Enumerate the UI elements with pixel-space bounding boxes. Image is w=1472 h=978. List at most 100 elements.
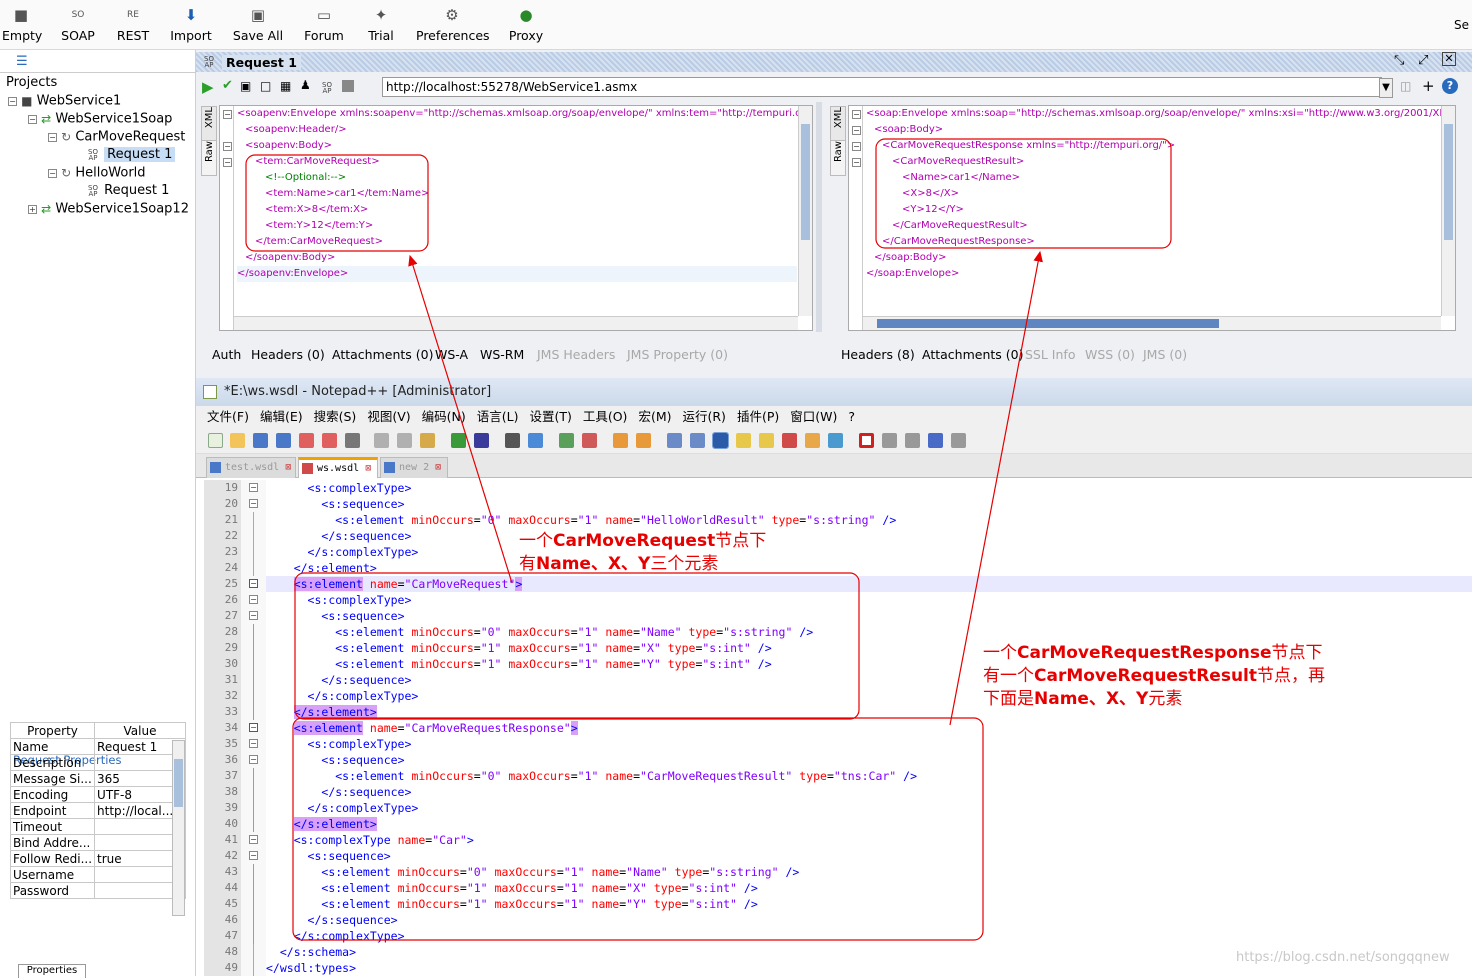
- cancel-icon[interactable]: [342, 80, 354, 92]
- zoom-out-icon[interactable]: [582, 433, 597, 448]
- fold-toggle-icon[interactable]: −: [249, 483, 258, 492]
- open-file-icon[interactable]: [230, 433, 245, 448]
- close-file-icon[interactable]: [299, 433, 314, 448]
- tab-jms-property[interactable]: JMS Property (0): [627, 347, 728, 362]
- table-row[interactable]: Follow Redi... true: [9, 850, 186, 867]
- menu-edit[interactable]: 编辑(E): [260, 409, 303, 424]
- function-list-icon[interactable]: [782, 433, 797, 448]
- close-all-icon[interactable]: [322, 433, 337, 448]
- cut-icon[interactable]: [374, 433, 389, 448]
- proxy-button[interactable]: ● Proxy: [506, 4, 546, 48]
- folder-workspace-icon[interactable]: [805, 433, 820, 448]
- tab-attachments[interactable]: Attachments (0): [332, 347, 433, 362]
- tab-wss[interactable]: WSS (0): [1085, 347, 1135, 362]
- horizontal-scrollbar[interactable]: [234, 316, 798, 330]
- stop-macro-icon[interactable]: [882, 433, 897, 448]
- vertical-scrollbar[interactable]: [798, 106, 812, 316]
- submit-icon[interactable]: ▶: [202, 78, 214, 96]
- menu-encoding[interactable]: 编码(N): [422, 409, 466, 424]
- fold-toggle-icon[interactable]: −: [249, 851, 258, 860]
- collapse-icon[interactable]: −: [48, 168, 57, 178]
- undo-icon[interactable]: [451, 433, 466, 448]
- soap-button[interactable]: SO SOAP: [58, 4, 98, 48]
- word-wrap-icon[interactable]: [667, 433, 682, 448]
- new-file-icon[interactable]: [208, 433, 223, 448]
- forum-button[interactable]: ▭ Forum: [302, 4, 346, 48]
- indent-guide-icon[interactable]: [712, 432, 729, 449]
- request-xml-editor[interactable]: − − − <soapenv:Envelope xmlns:soapenv="h…: [219, 105, 813, 331]
- trial-button[interactable]: ✦ Trial: [364, 4, 398, 48]
- tab-headers[interactable]: Headers (0): [251, 347, 325, 362]
- menu-macro[interactable]: 宏(M): [638, 409, 671, 424]
- menu-view[interactable]: 视图(V): [367, 409, 410, 424]
- chevron-down-icon[interactable]: ▼: [1379, 78, 1393, 98]
- save-icon[interactable]: [253, 433, 268, 448]
- vertical-scrollbar[interactable]: [1441, 106, 1455, 316]
- show-all-chars-icon[interactable]: [690, 433, 705, 448]
- tree-node-webservice1[interactable]: − ■ WebService1: [8, 92, 121, 110]
- table-row[interactable]: Description: [9, 754, 186, 771]
- close-tab-icon[interactable]: ⊠: [285, 462, 291, 473]
- menu-tools[interactable]: 工具(O): [583, 409, 628, 424]
- menu-help[interactable]: ?: [848, 409, 855, 424]
- search-label[interactable]: Se: [1454, 18, 1469, 32]
- tree-node-helloworld[interactable]: − ↻ HelloWorld: [48, 164, 146, 182]
- close-tab-icon[interactable]: ⊠: [365, 463, 371, 474]
- paste-icon[interactable]: [420, 433, 435, 448]
- save-macro-icon[interactable]: [951, 433, 966, 448]
- redo-icon[interactable]: [474, 433, 489, 448]
- menu-plugins[interactable]: 插件(P): [737, 409, 779, 424]
- collapse-icon[interactable]: −: [8, 96, 17, 106]
- fold-toggle-icon[interactable]: −: [249, 579, 258, 588]
- stop-icon[interactable]: □: [260, 79, 271, 93]
- rest-button[interactable]: RE REST: [114, 4, 152, 48]
- tree-node-request-1-helloworld[interactable]: SO AP Request 1: [86, 182, 169, 200]
- print-icon[interactable]: [345, 433, 360, 448]
- replace-icon[interactable]: [528, 433, 543, 448]
- menu-run[interactable]: 运行(R): [682, 409, 725, 424]
- tab-response-headers[interactable]: Headers (8): [841, 347, 915, 362]
- find-icon[interactable]: [505, 433, 520, 448]
- fold-toggle-icon[interactable]: −: [249, 611, 258, 620]
- tab-raw-response[interactable]: Raw: [830, 140, 846, 176]
- user-icon[interactable]: ♟: [300, 78, 311, 92]
- fold-icon[interactable]: −: [852, 158, 861, 167]
- table-row[interactable]: Timeout: [9, 818, 186, 835]
- tab-ws-a[interactable]: WS-A: [435, 347, 468, 362]
- horizontal-scrollbar[interactable]: [863, 316, 1441, 330]
- import-button[interactable]: ⬇ Import: [168, 4, 214, 48]
- menu-search[interactable]: 搜索(S): [314, 409, 357, 424]
- table-row[interactable]: Message Si... 365: [9, 770, 186, 787]
- save-all-button[interactable]: ▣ Save All: [232, 4, 284, 48]
- monitoring-icon[interactable]: [828, 433, 843, 448]
- add-icon[interactable]: +: [1422, 77, 1435, 95]
- ws-a-icon[interactable]: ▣: [240, 79, 251, 93]
- close-tab-icon[interactable]: ⊠: [435, 462, 441, 473]
- tab-jms-headers[interactable]: JMS Headers: [537, 347, 615, 362]
- fold-icon[interactable]: −: [223, 142, 232, 151]
- collapse-icon[interactable]: −: [28, 114, 37, 124]
- save-all-icon[interactable]: [276, 433, 291, 448]
- doc-map-icon[interactable]: [759, 433, 774, 448]
- tree-node-webservice1soap[interactable]: − ⇄ WebService1Soap: [28, 110, 172, 128]
- soap-icon[interactable]: SO AP: [320, 82, 334, 95]
- preferences-button[interactable]: ⚙ Preferences: [416, 4, 490, 48]
- menu-language[interactable]: 语言(L): [477, 409, 519, 424]
- fold-icon[interactable]: −: [852, 110, 861, 119]
- fold-toggle-icon[interactable]: −: [249, 723, 258, 732]
- fold-icon[interactable]: −: [852, 126, 861, 135]
- response-xml-editor[interactable]: − − − − <soap:Envelope xmlns:soap="http:…: [848, 105, 1456, 331]
- lang-icon[interactable]: [736, 433, 751, 448]
- tab-raw-request[interactable]: Raw: [201, 140, 217, 176]
- endpoint-field[interactable]: http://localhost:55278/WebService1.asmx: [382, 77, 1382, 97]
- sync-h-icon[interactable]: [636, 433, 651, 448]
- tab-ws-rm[interactable]: WS-RM: [480, 347, 524, 362]
- tab-new-2[interactable]: new 2 ⊠: [380, 457, 448, 478]
- table-row[interactable]: Bind Addre...: [9, 834, 186, 851]
- help-icon[interactable]: ?: [1442, 78, 1458, 94]
- maximize-icon[interactable]: ⤢: [1418, 53, 1428, 68]
- tree-node-request-1-carmove[interactable]: SO AP Request 1: [86, 146, 176, 164]
- fold-toggle-icon[interactable]: −: [249, 739, 258, 748]
- fold-icon[interactable]: −: [852, 142, 861, 151]
- copy-icon[interactable]: [397, 433, 412, 448]
